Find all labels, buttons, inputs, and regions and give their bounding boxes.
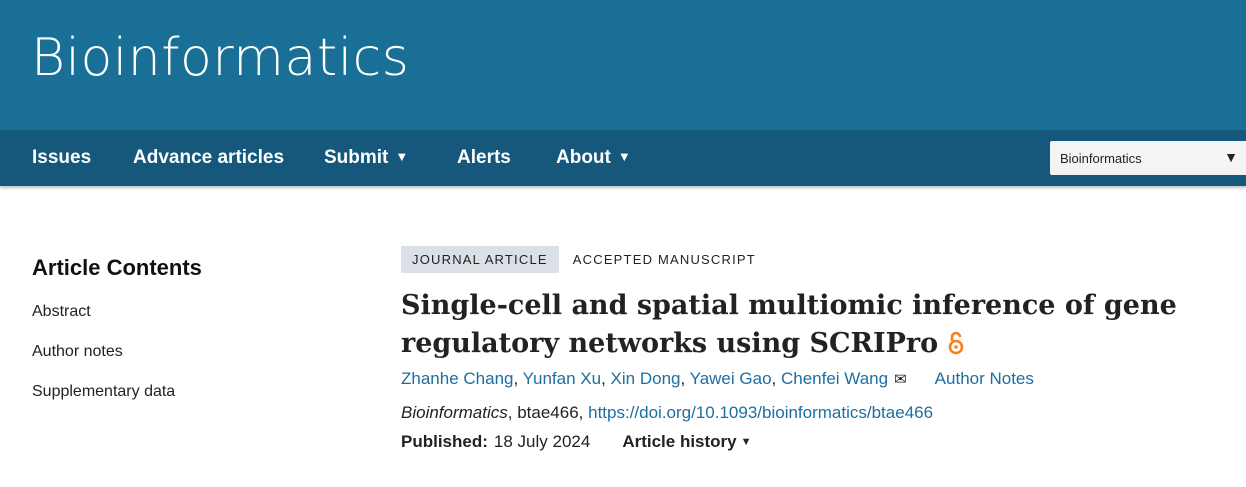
chevron-down-icon: ▼ [395, 149, 409, 164]
author-separator: , [771, 369, 781, 388]
masthead: Bioinformatics [0, 0, 1246, 130]
article-title-text: Single-cell and spatial multiomic infere… [401, 290, 1177, 359]
author-link[interactable]: Yawei Gao [690, 369, 772, 388]
chevron-down-icon: ▼ [740, 436, 752, 448]
nav-submit-label: Submit [324, 147, 389, 168]
author-notes-link[interactable]: Author Notes [935, 369, 1034, 388]
author-separator: , [513, 369, 523, 388]
nav-about[interactable]: About ▼ [556, 147, 631, 169]
open-access-icon [948, 328, 964, 359]
article-labels: JOURNAL ARTICLE ACCEPTED MANUSCRIPT [401, 246, 1191, 273]
citation-article-id: , btae466, [507, 403, 589, 422]
doi-link[interactable]: https://doi.org/10.1093/bioinformatics/b… [588, 403, 933, 422]
citation-line: Bioinformatics, btae466, https://doi.org… [401, 403, 1191, 423]
author-separator: , [601, 369, 611, 388]
mail-icon[interactable]: ✉ [894, 371, 907, 388]
nav-issues-label: Issues [32, 147, 92, 168]
article-contents-sidebar: Article Contents Abstract Author notes S… [32, 255, 202, 423]
nav-issues[interactable]: Issues [32, 147, 91, 169]
author-separator: , [680, 369, 690, 388]
chevron-down-icon: ▼ [617, 149, 631, 164]
published-label: Published: [401, 432, 488, 451]
sidebar-item-author-notes[interactable]: Author notes [32, 343, 202, 361]
publication-info: Published: 18 July 2024 Article history ▼ [401, 432, 1191, 452]
citation-journal-name: Bioinformatics [401, 403, 508, 422]
nav-alerts-label: Alerts [457, 147, 511, 168]
sidebar-item-abstract[interactable]: Abstract [32, 303, 202, 321]
sidebar-title: Article Contents [32, 255, 202, 280]
article-header: JOURNAL ARTICLE ACCEPTED MANUSCRIPT Sing… [401, 246, 1191, 452]
select-caret-icon: ▼ [1224, 149, 1238, 165]
nav-advance-articles-label: Advance articles [133, 147, 285, 168]
article-history-toggle[interactable]: Article history ▼ [622, 432, 751, 451]
nav-advance-articles[interactable]: Advance articles [133, 147, 284, 169]
author-list: Zhanhe Chang, Yunfan Xu, Xin Dong, Yawei… [401, 369, 1191, 389]
article-status-label: ACCEPTED MANUSCRIPT [572, 252, 756, 267]
author-link[interactable]: Zhanhe Chang [401, 369, 513, 388]
article-title: Single-cell and spatial multiomic infere… [401, 287, 1191, 363]
nav-alerts[interactable]: Alerts [457, 147, 511, 169]
author-link[interactable]: Xin Dong [611, 369, 681, 388]
author-link[interactable]: Yunfan Xu [523, 369, 601, 388]
journal-select-value: Bioinformatics [1060, 151, 1142, 166]
sidebar-item-supplementary-data[interactable]: Supplementary data [32, 383, 202, 401]
author-link[interactable]: Chenfei Wang [781, 369, 888, 388]
journal-brand-title[interactable]: Bioinformatics [31, 28, 409, 88]
published-date: 18 July 2024 [493, 432, 591, 451]
journal-select[interactable]: Bioinformatics ▼ [1050, 141, 1246, 175]
article-type-badge: JOURNAL ARTICLE [401, 246, 559, 273]
article-history-label: Article history [622, 432, 737, 451]
main-navigation: Issues Advance articles Submit ▼ Alerts A… [0, 130, 1246, 186]
nav-submit[interactable]: Submit ▼ [324, 147, 408, 169]
nav-about-label: About [556, 147, 611, 168]
